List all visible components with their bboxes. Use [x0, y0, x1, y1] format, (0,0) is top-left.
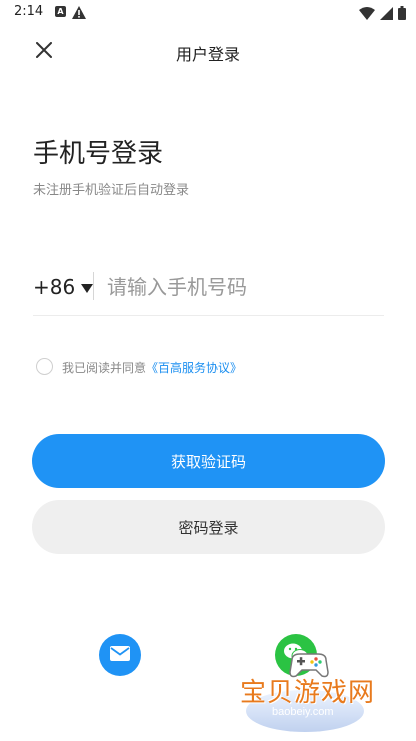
- page-title: 用户登录: [175, 45, 240, 64]
- email-login-button[interactable]: [99, 634, 141, 676]
- country-code-selector[interactable]: +86: [33, 275, 94, 299]
- signal-icon: [380, 5, 393, 24]
- status-bar: 2:14 A: [0, 0, 416, 24]
- get-verification-code-button[interactable]: 获取验证码: [32, 434, 385, 488]
- agreement-checkbox[interactable]: [36, 358, 53, 375]
- agreement-row: 我已阅读并同意《百高服务协议》: [36, 357, 242, 376]
- status-time: 2:14: [14, 4, 44, 19]
- mail-icon: [110, 645, 130, 665]
- warning-icon: [72, 4, 86, 23]
- status-icons: [359, 5, 406, 24]
- watermark-logo: 宝贝游戏网 baobeiy.com: [238, 650, 388, 735]
- watermark-text: 宝贝游戏网: [240, 678, 376, 708]
- watermark-url: baobeiy.com: [272, 706, 334, 718]
- agreement-text: 我已阅读并同意: [62, 361, 147, 375]
- phone-input-row: +86: [33, 266, 384, 316]
- service-agreement-link[interactable]: 《百高服务协议》: [146, 361, 242, 375]
- notification-a-icon: A: [55, 6, 66, 17]
- login-title: 手机号登录: [33, 139, 164, 169]
- phone-input[interactable]: [107, 270, 383, 304]
- login-subtitle: 未注册手机验证后自动登录: [33, 183, 190, 198]
- divider: [93, 272, 94, 300]
- header-bar: 用户登录: [0, 30, 416, 74]
- battery-icon: [398, 5, 406, 24]
- caret-down-icon: [81, 283, 94, 293]
- wifi-icon: [359, 5, 375, 24]
- password-login-button[interactable]: 密码登录: [32, 500, 385, 554]
- country-code-label: +86: [33, 275, 76, 299]
